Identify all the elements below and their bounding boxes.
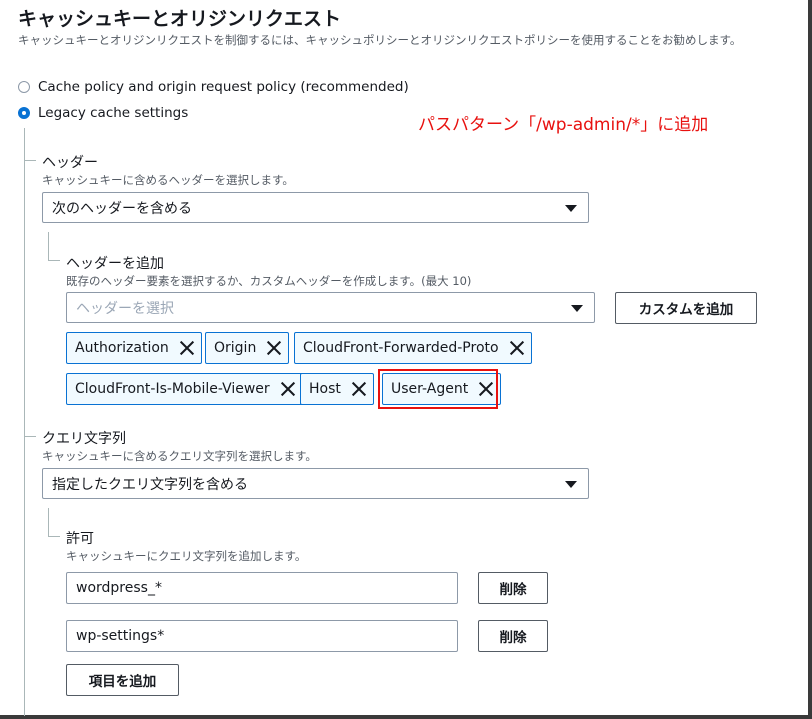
radio-policy-label: Cache policy and origin request policy (… [38,79,409,95]
allow-label: 許可 [66,531,94,547]
remove-item-button[interactable]: 削除 [478,620,548,652]
tree-line-main [24,128,25,716]
query-select-value: 指定したクエリ文字列を含める [52,476,248,493]
highlight-box [378,369,498,409]
tree-branch-query [24,436,36,437]
remove-token-icon[interactable] [280,381,296,397]
allow-item-input[interactable]: wp-settings* [66,620,458,652]
remove-item-label: 削除 [499,582,527,598]
tree-line-headers-sub [48,232,49,260]
allow-description: キャッシュキーにクエリ文字列を追加します。 [66,549,307,563]
add-header-label: ヘッダーを追加 [66,256,164,272]
header-token: Host [300,373,374,405]
remove-token-icon[interactable] [351,381,367,397]
add-item-label: 項目を追加 [88,674,157,690]
add-header-description: 既存のヘッダー要素を選択するか、カスタムヘッダーを作成します。(最大 10) [66,274,472,288]
annotation-note: パスパターン「/wp-admin/*」に追加 [418,115,709,135]
radio-checked-icon[interactable] [18,107,30,119]
header-token-label: CloudFront-Forwarded-Proto [303,340,499,356]
header-token: CloudFront-Forwarded-Proto [294,332,532,364]
page-title: キャッシュキーとオリジンリクエスト [18,8,342,30]
radio-legacy-label: Legacy cache settings [38,105,189,121]
remove-token-icon[interactable] [509,340,525,356]
header-token-label: Origin [214,340,257,356]
remove-token-icon[interactable] [179,340,195,356]
header-token: Origin [205,332,290,364]
page-description: キャッシュキーとオリジンリクエストを制御するには、キャッシュポリシーとオリジンリ… [18,33,742,47]
allow-item-value: wp-settings* [76,628,165,644]
window-border-bottom [0,715,812,719]
remove-token-icon[interactable] [266,340,282,356]
headers-select[interactable]: 次のヘッダーを含める [42,192,589,223]
headers-description: キャッシュキーに含めるヘッダーを選択します。 [42,173,294,187]
caret-down-icon [565,480,577,488]
add-custom-header-button[interactable]: カスタムを追加 [615,292,757,324]
headers-select-value: 次のヘッダーを含める [52,200,192,217]
radio-policy-option[interactable]: Cache policy and origin request policy (… [18,79,409,95]
allow-item-value: wordpress_* [76,580,162,596]
header-select-input[interactable]: ヘッダーを選択 [66,292,595,323]
radio-unchecked-icon[interactable] [18,81,30,93]
header-token-label: Authorization [75,340,169,356]
remove-item-label: 削除 [499,630,527,646]
query-description: キャッシュキーに含めるクエリ文字列を選択します。 [42,449,317,463]
header-token-label: Host [309,381,341,397]
query-select[interactable]: 指定したクエリ文字列を含める [42,468,589,499]
caret-down-icon [565,204,577,212]
query-label: クエリ文字列 [42,431,126,447]
radio-legacy-option[interactable]: Legacy cache settings [18,105,188,121]
header-token-label: CloudFront-Is-Mobile-Viewer [75,381,270,397]
headers-label: ヘッダー [42,155,98,171]
header-select-placeholder: ヘッダーを選択 [76,300,174,317]
window-border-right [808,0,812,719]
header-token: Authorization [66,332,202,364]
remove-item-button[interactable]: 削除 [478,572,548,604]
caret-down-icon [571,304,583,312]
tree-branch-add-header [48,260,60,261]
add-item-button[interactable]: 項目を追加 [66,664,179,696]
add-custom-header-label: カスタムを追加 [638,302,734,318]
tree-branch-allow [48,536,60,537]
header-token: CloudFront-Is-Mobile-Viewer [66,373,303,405]
allow-item-input[interactable]: wordpress_* [66,572,458,604]
tree-branch-headers [24,160,36,161]
tree-line-query-sub [48,508,49,536]
